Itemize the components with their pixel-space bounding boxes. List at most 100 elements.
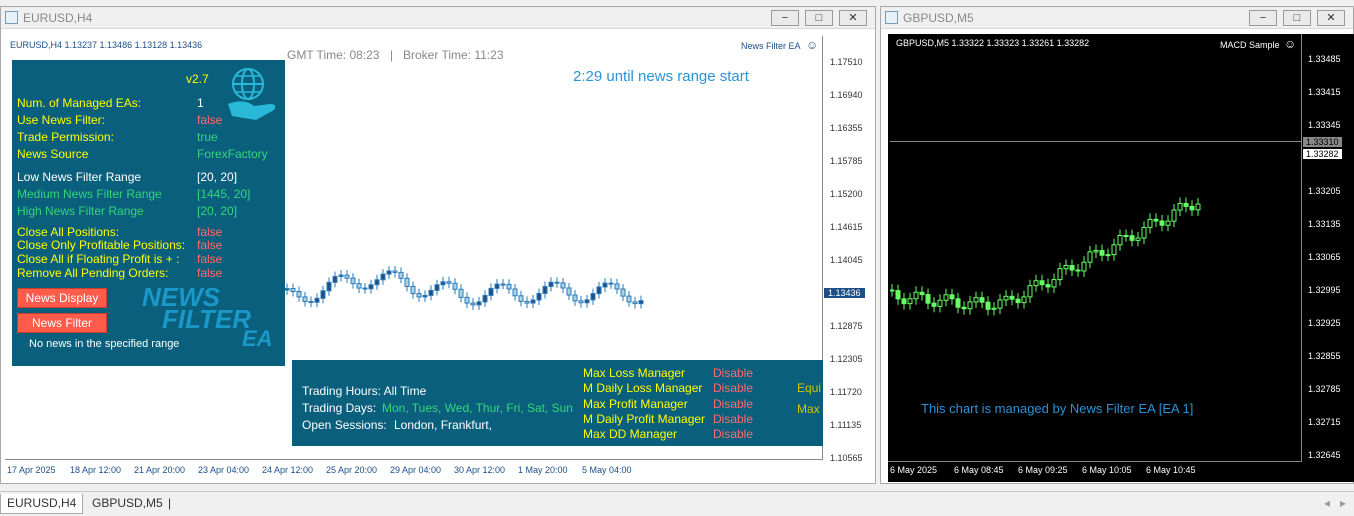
price-tick: 1.17510 <box>830 57 863 67</box>
symbol-ohlc-line: EURUSD,H4 1.13237 1.13486 1.13128 1.1343… <box>10 40 203 50</box>
candle-body <box>1177 203 1183 211</box>
maximize-button[interactable]: □ <box>1283 10 1311 26</box>
truncated-equity-label: Equi <box>797 381 822 395</box>
candle-body <box>590 293 596 301</box>
price-tick: 1.14045 <box>830 255 863 265</box>
row-label-use-news-filter: Use News Filter: <box>17 113 106 127</box>
row-value-remove-pending: false <box>197 266 223 280</box>
close-button[interactable]: ✕ <box>839 10 867 26</box>
panel-version: v2.7 <box>186 72 209 86</box>
row-value-close-profitable: false <box>197 238 223 252</box>
candle-body <box>362 287 368 290</box>
price-tick: 1.11135 <box>830 420 862 430</box>
candle-body <box>961 306 967 310</box>
candle-body <box>1027 285 1033 298</box>
candle-body <box>596 286 602 295</box>
candle-body <box>290 288 296 293</box>
tab-gbpusd[interactable]: GBPUSD,M5 <box>86 494 169 514</box>
close-button[interactable]: ✕ <box>1317 10 1345 26</box>
candle-body <box>285 288 290 291</box>
no-news-message: No news in the specified range <box>29 338 180 350</box>
candle-body <box>1003 295 1009 301</box>
candle-body <box>1135 237 1141 241</box>
candle-body <box>518 295 524 302</box>
row-value-high-range: [20, 20] <box>197 204 238 218</box>
price-tick: 1.32925 <box>1308 318 1341 328</box>
time-separator: | <box>390 48 394 62</box>
candle-body <box>1063 265 1069 270</box>
symbol-ohlc-line: GBPUSD,M5 1.33322 1.33323 1.33261 1.3328… <box>896 38 1090 48</box>
candle-body <box>1147 218 1153 228</box>
manager-value-max-loss: Disable <box>713 366 754 380</box>
price-tick: 1.33205 <box>1308 186 1341 196</box>
date-tick: 6 May 09:25 <box>1018 465 1068 475</box>
smiley-icon: ☺ <box>1284 37 1297 51</box>
candle-body <box>955 298 961 308</box>
news-filter-panel: v2.7 Num. of Managed EAs: 1 Use News Fil… <box>12 60 285 366</box>
news-filter-logo-line2: FILTER <box>162 304 252 334</box>
smiley-icon: ☺ <box>806 38 819 52</box>
scroll-right-icon[interactable]: ▸ <box>1334 494 1352 514</box>
price-tick: 1.32995 <box>1308 285 1341 295</box>
window-title: EURUSD,H4 <box>23 11 93 25</box>
candle-body <box>1159 220 1165 226</box>
candle-body <box>392 270 398 273</box>
date-tick: 6 May 08:45 <box>954 465 1004 475</box>
price-tick: 1.15785 <box>830 156 863 166</box>
candle-body <box>1075 269 1081 272</box>
manager-value-daily-loss: Disable <box>713 381 754 395</box>
candle-body <box>488 287 494 296</box>
managed-by-text: This chart is managed by News Filter EA … <box>921 401 1194 416</box>
candle-body <box>973 297 979 303</box>
open-sessions-value: London, Frankfurt, <box>394 418 493 432</box>
candle-body <box>919 291 925 296</box>
candle-body <box>386 270 392 275</box>
row-value-managed-eas: 1 <box>197 96 204 110</box>
candle-body <box>1045 284 1051 288</box>
ask-price-label: 1.33310 <box>1303 137 1342 147</box>
candle-body <box>554 281 560 284</box>
price-tick: 1.10565 <box>830 453 863 463</box>
price-tick: 1.32785 <box>1308 384 1341 394</box>
candle-body <box>626 295 632 303</box>
ea-name-label: MACD Sample <box>1220 40 1280 50</box>
eurusd-candles <box>285 265 644 310</box>
candle-body <box>566 287 572 296</box>
window-titlebar[interactable]: EURUSD,H4 − □ ✕ <box>1 7 875 29</box>
candle-body <box>332 275 338 283</box>
maximize-button[interactable]: □ <box>805 10 833 26</box>
row-label-close-profitable: Close Only Profitable Positions: <box>17 238 186 252</box>
date-tick: 24 Apr 12:00 <box>262 465 314 475</box>
candle-body <box>890 289 895 292</box>
candle-body <box>614 283 620 290</box>
manager-label-daily-loss: M Daily Loss Manager <box>583 381 703 395</box>
candle-body <box>524 300 530 304</box>
candle-body <box>1129 235 1135 241</box>
candle-body <box>506 283 512 290</box>
candle-body <box>446 281 452 284</box>
row-label-low-range: Low News Filter Range <box>17 170 142 184</box>
candle-body <box>991 307 997 310</box>
price-tick: 1.33135 <box>1308 219 1341 229</box>
minimize-button[interactable]: − <box>771 10 799 26</box>
news-filter-logo-line3: EA <box>242 326 273 351</box>
news-display-button[interactable]: News Display <box>17 288 107 308</box>
tab-eurusd[interactable]: EURUSD,H4 <box>0 494 84 514</box>
candle-body <box>1123 235 1129 238</box>
window-titlebar[interactable]: GBPUSD,M5 − □ ✕ <box>881 7 1353 29</box>
candle-body <box>434 284 440 291</box>
minimize-button[interactable]: − <box>1249 10 1277 26</box>
date-tick: 6 May 2025 <box>890 465 938 475</box>
row-value-close-floating: false <box>197 252 223 266</box>
date-tick: 6 May 10:05 <box>1082 465 1132 475</box>
row-label-high-range: High News Filter Range <box>17 204 144 218</box>
row-value-low-range: [20, 20] <box>197 170 238 184</box>
price-tick: 1.33345 <box>1308 120 1341 130</box>
row-label-managed-eas: Num. of Managed EAs: <box>17 96 142 110</box>
manager-label-max-loss: Max Loss Manager <box>583 366 686 380</box>
news-filter-button[interactable]: News Filter <box>17 313 107 333</box>
row-label-close-floating: Close All if Floating Profit is + : <box>17 252 180 266</box>
candle-body <box>895 290 901 300</box>
open-sessions-label: Open Sessions: <box>302 418 387 432</box>
row-value-use-news-filter: false <box>197 113 223 127</box>
